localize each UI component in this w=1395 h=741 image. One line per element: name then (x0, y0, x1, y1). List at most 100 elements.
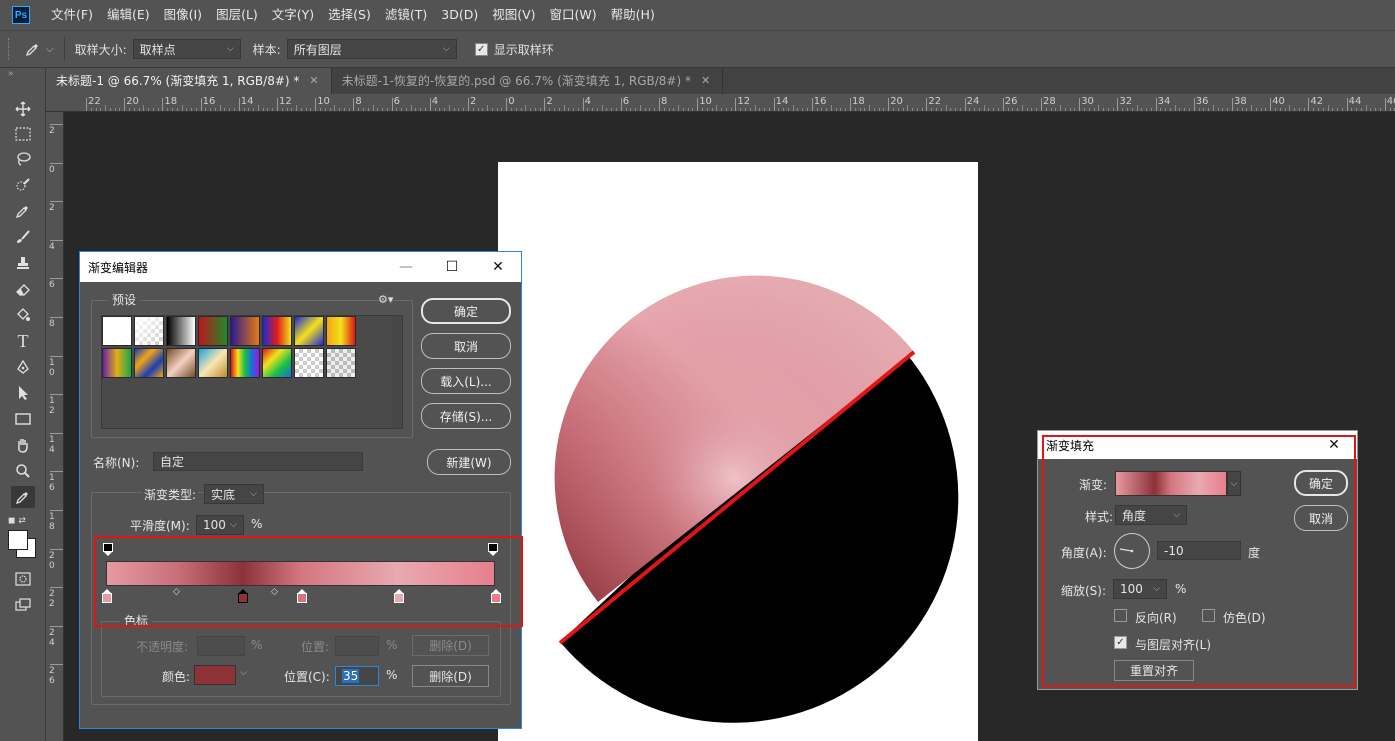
dialog-titlebar[interactable]: 渐变填充 ✕ (1038, 431, 1357, 459)
eraser-tool-icon[interactable] (11, 278, 35, 300)
tab-document-2[interactable]: 未标题-1-恢复的-恢复的.psd @ 66.7% (渐变填充 1, RGB/8… (332, 68, 724, 94)
preset-swatch[interactable] (102, 316, 132, 346)
menu-select[interactable]: 选择(S) (321, 0, 378, 30)
menu-type[interactable]: 文字(Y) (265, 0, 321, 30)
dialog-titlebar[interactable]: 渐变编辑器 — ☐ ✕ (80, 252, 521, 282)
panel-collapse-icon[interactable]: » (0, 68, 45, 80)
opacity-stop-right[interactable] (488, 543, 498, 560)
angle-input[interactable]: -10 (1157, 541, 1241, 560)
close-icon[interactable]: ✕ (701, 68, 710, 94)
preset-swatch[interactable] (134, 316, 164, 346)
gradient-preview[interactable] (1115, 471, 1227, 496)
foreground-color-swatch[interactable] (8, 530, 28, 550)
preset-swatch[interactable] (294, 348, 324, 378)
lasso-tool-icon[interactable] (11, 148, 35, 170)
menu-window[interactable]: 窗口(W) (543, 0, 604, 30)
reset-align-button[interactable]: 重置对齐 (1114, 660, 1194, 681)
opacity-stop-left[interactable] (103, 543, 113, 560)
color-stop[interactable] (102, 589, 112, 603)
stop-color-swatch[interactable] (194, 665, 236, 685)
color-stop[interactable] (296, 589, 307, 603)
chevron-down-icon[interactable]: ⌵ (46, 44, 54, 55)
preset-swatch[interactable] (198, 316, 228, 346)
brush-tool-icon[interactable] (11, 226, 35, 248)
midpoint-diamond-icon[interactable]: ◇ (271, 587, 278, 597)
new-button[interactable]: 新建(W) (427, 449, 511, 475)
maximize-icon[interactable]: ☐ (429, 252, 475, 282)
dither-checkbox[interactable] (1202, 609, 1215, 622)
save-button[interactable]: 存储(S)... (421, 403, 511, 429)
chevron-down-icon[interactable]: ⌵ (1227, 471, 1241, 496)
preset-swatch[interactable] (262, 316, 292, 346)
smoothness-select[interactable]: 100 ⌵ (196, 515, 244, 535)
presets-scrollbar[interactable] (392, 316, 402, 428)
move-tool-icon[interactable] (11, 98, 35, 120)
quick-mask-icon[interactable] (11, 568, 35, 590)
zoom-tool-icon[interactable] (11, 460, 35, 482)
preset-swatch[interactable] (294, 316, 324, 346)
name-input[interactable]: 自定 (153, 452, 363, 471)
load-button[interactable]: 载入(L)... (421, 368, 511, 394)
preset-swatch[interactable] (262, 348, 292, 378)
gradient-type-select[interactable]: 实底 ⌵ (204, 484, 264, 504)
reverse-checkbox[interactable] (1114, 609, 1127, 622)
preset-swatch[interactable] (326, 348, 356, 378)
gradient-ramp[interactable] (106, 561, 495, 586)
menu-edit[interactable]: 编辑(E) (100, 0, 157, 30)
tab-document-1[interactable]: 未标题-1 @ 66.7% (渐变填充 1, RGB/8#) * ✕ (46, 68, 332, 94)
color-stop-selected[interactable] (238, 589, 249, 603)
color-stop[interactable] (393, 589, 404, 603)
eyedropper-preset-icon[interactable] (22, 38, 44, 60)
horizontal-ruler[interactable]: 22 20 18 16 14 12 10 8 6 4 2 0 2 4 6 8 10 12 14 16 18 20 22 24 2… (46, 94, 1395, 112)
preset-swatch[interactable] (166, 348, 196, 378)
cancel-button[interactable]: 取消 (421, 333, 511, 359)
preset-swatch[interactable] (198, 348, 228, 378)
cancel-button[interactable]: 取消 (1294, 505, 1348, 531)
close-icon[interactable]: ✕ (475, 252, 521, 282)
scale-select[interactable]: 100 ⌵ (1113, 579, 1167, 599)
eyedropper-tool-icon[interactable] (11, 200, 35, 222)
delete-color-stop-button[interactable]: 删除(D) (412, 665, 489, 687)
minimize-icon[interactable]: — (383, 252, 429, 282)
gear-icon[interactable]: ⚙▾ (378, 293, 393, 306)
marquee-tool-icon[interactable] (11, 123, 35, 145)
location-input[interactable]: 35 (335, 666, 379, 686)
ok-button[interactable]: 确定 (421, 298, 511, 324)
style-select[interactable]: 角度 ⌵ (1115, 505, 1187, 525)
align-layer-checkbox[interactable]: ✓ (1114, 636, 1127, 649)
angle-dial[interactable] (1114, 533, 1150, 569)
path-select-tool-icon[interactable] (11, 382, 35, 404)
show-ring-checkbox[interactable]: ✓ (474, 42, 488, 56)
sample-size-select[interactable]: 取样点 ⌵ (132, 39, 241, 59)
paint-bucket-tool-icon[interactable] (11, 304, 35, 326)
preset-swatch[interactable] (166, 316, 196, 346)
pen-tool-icon[interactable] (11, 356, 35, 378)
preset-swatch[interactable] (102, 348, 132, 378)
preset-swatch[interactable] (134, 348, 164, 378)
sample-select[interactable]: 所有图层 ⌵ (286, 39, 457, 59)
chevron-down-icon[interactable]: ⌵ (240, 668, 247, 678)
close-icon[interactable]: ✕ (309, 68, 318, 94)
menu-3d[interactable]: 3D(D) (434, 0, 485, 30)
type-tool-icon[interactable]: T (11, 330, 35, 352)
close-icon[interactable]: ✕ (1311, 431, 1357, 459)
screen-mode-icon[interactable] (11, 594, 35, 616)
stamp-tool-icon[interactable] (11, 252, 35, 274)
quick-select-tool-icon[interactable] (11, 174, 35, 196)
hand-tool-icon[interactable] (11, 434, 35, 456)
vertical-ruler[interactable]: 2 0 2 4 6 8 1 0 1 2 1 4 1 6 1 8 2 0 2 2 2 4 2 6 (46, 112, 64, 741)
menu-filter[interactable]: 滤镜(T) (378, 0, 434, 30)
preset-swatch[interactable] (326, 316, 356, 346)
menu-view[interactable]: 视图(V) (485, 0, 542, 30)
document-canvas[interactable] (498, 162, 978, 741)
menu-file[interactable]: 文件(F) (44, 0, 100, 30)
color-stop[interactable] (491, 589, 501, 603)
rectangle-tool-icon[interactable] (11, 408, 35, 430)
menu-help[interactable]: 帮助(H) (604, 0, 662, 30)
preset-swatch[interactable] (230, 316, 260, 346)
menu-layer[interactable]: 图层(L) (209, 0, 265, 30)
menu-image[interactable]: 图像(I) (157, 0, 209, 30)
midpoint-diamond-icon[interactable]: ◇ (173, 587, 180, 597)
default-colors-icon[interactable]: ◼ ⇄ (8, 516, 38, 528)
ok-button[interactable]: 确定 (1294, 470, 1348, 496)
